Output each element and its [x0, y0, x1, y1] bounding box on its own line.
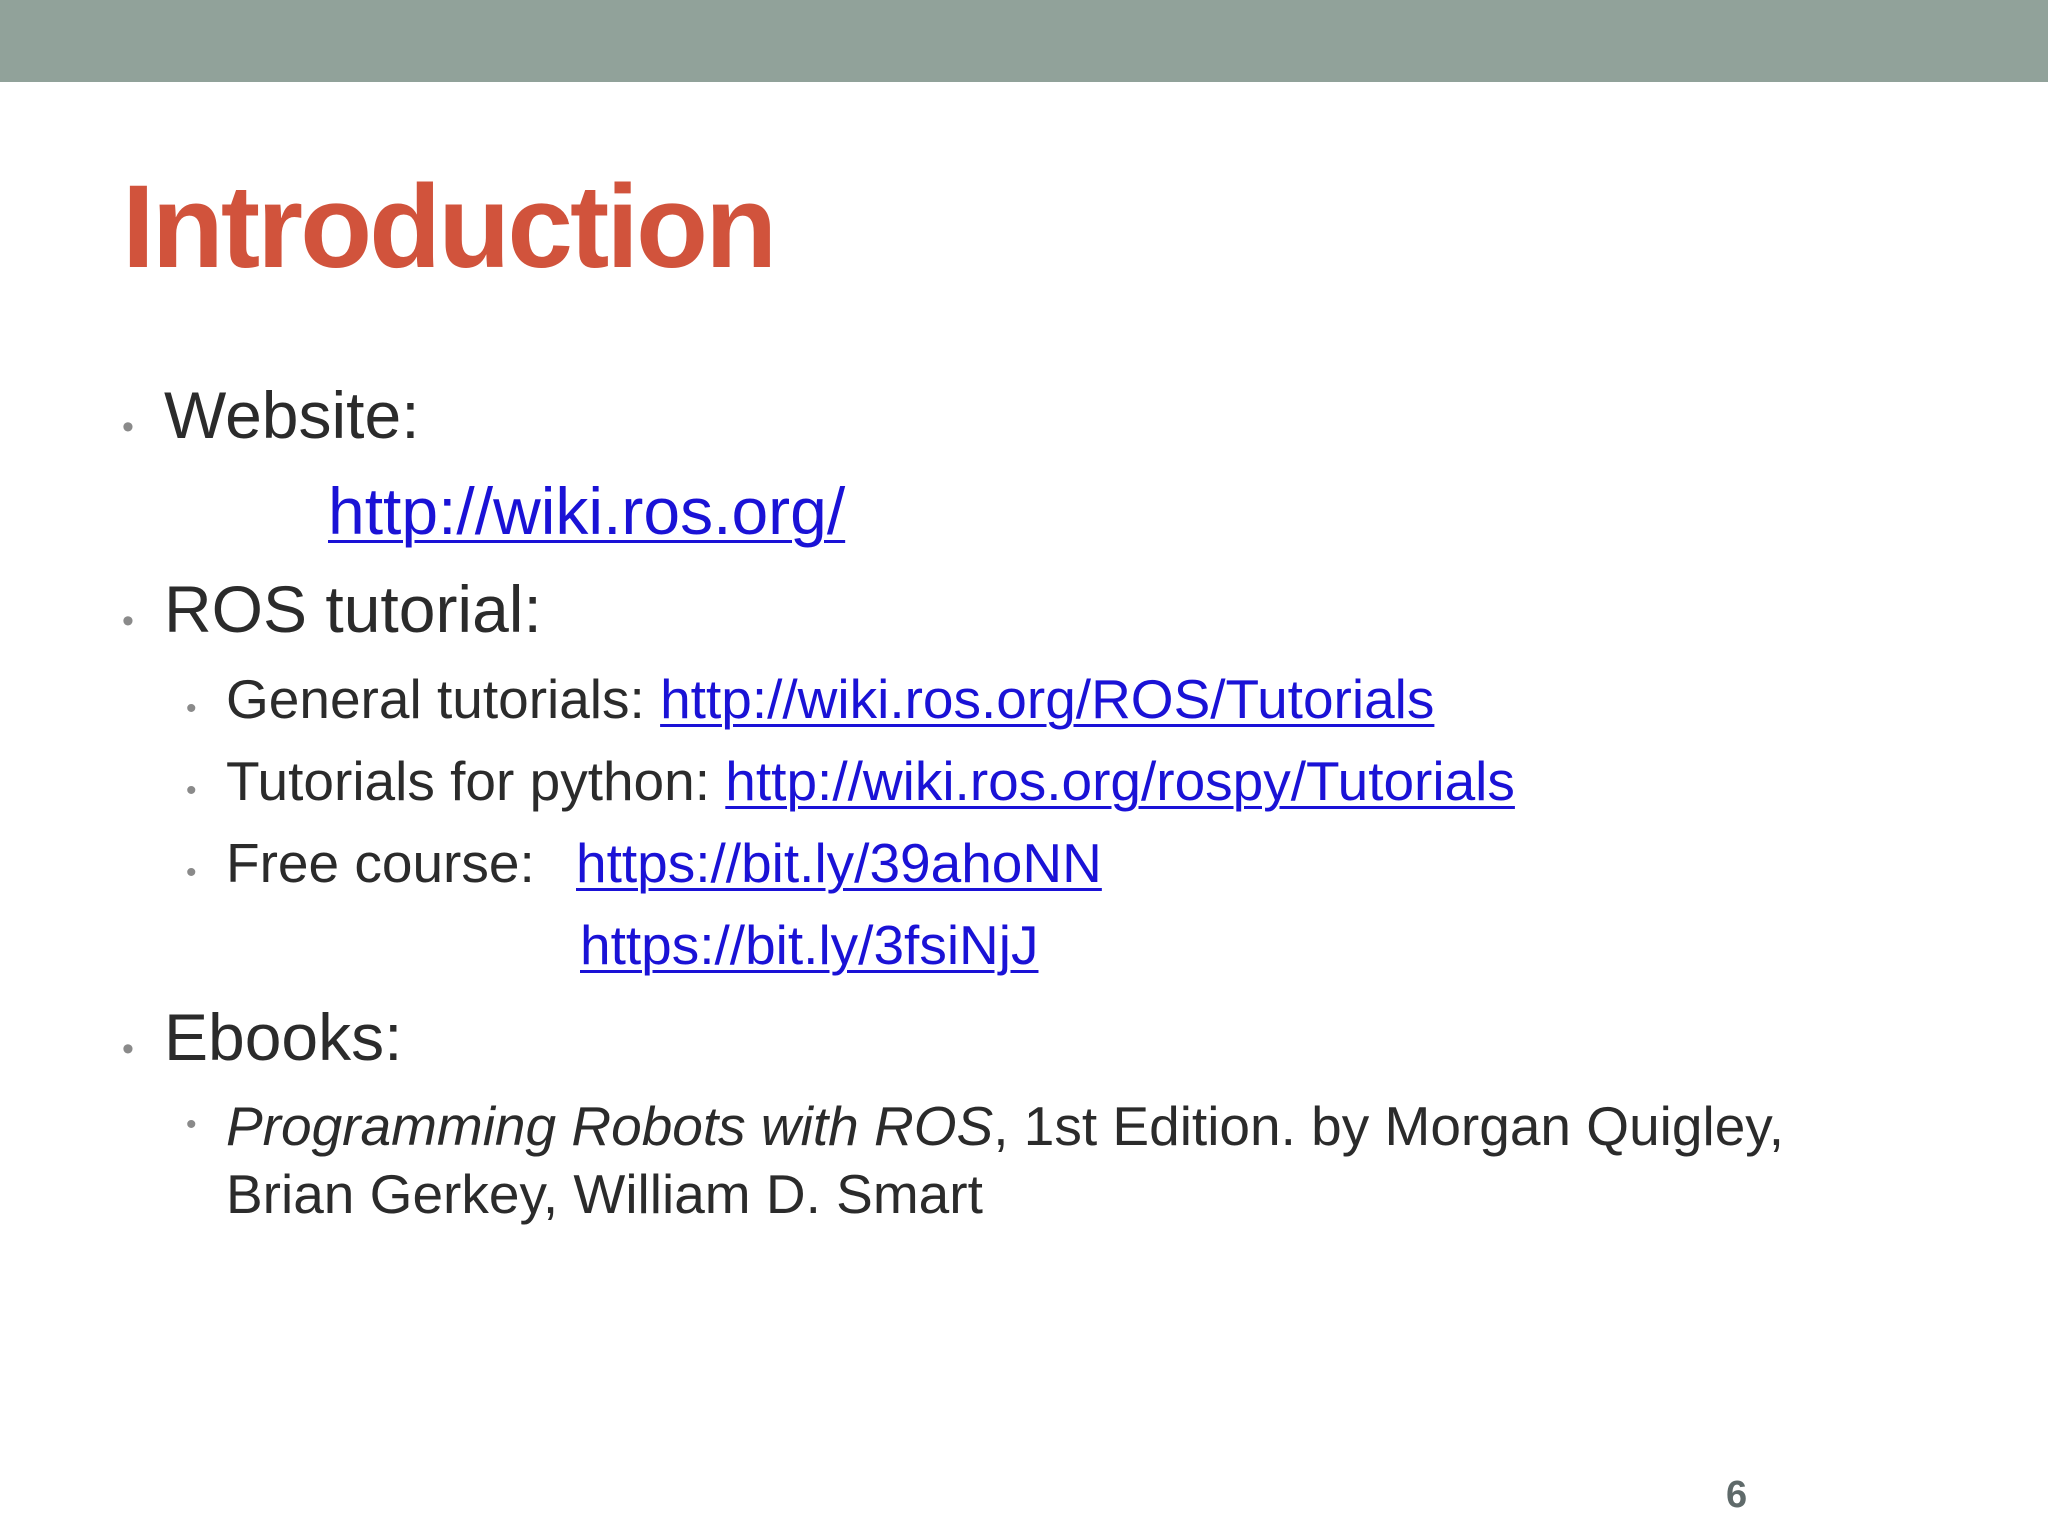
bullet-dot-icon: • — [186, 692, 197, 725]
ebook-entry: Programming Robots with ROS, 1st Edition… — [226, 1092, 1906, 1228]
bullet-website-label: Website: — [164, 378, 420, 452]
bullet-dot-icon: • — [186, 774, 197, 807]
general-tutorials-label: General tutorials: — [226, 668, 661, 730]
sub-bullet-general-tutorials: • General tutorials: http://wiki.ros.org… — [0, 672, 1434, 727]
website-link[interactable]: http://wiki.ros.org/ — [328, 474, 845, 548]
free-course-label: Free course: — [226, 832, 566, 894]
free-course-link-1[interactable]: https://bit.ly/39ahoNN — [576, 836, 1102, 891]
python-tutorials-label: Tutorials for python: — [226, 750, 726, 812]
bullet-dot-icon: • — [186, 1108, 197, 1141]
bullet-ebooks-label: Ebooks: — [164, 1000, 403, 1074]
ebook-details-line1: , 1st Edition. by Morgan Quigley, — [993, 1095, 1784, 1157]
python-tutorials-link[interactable]: http://wiki.ros.org/rospy/Tutorials — [725, 754, 1515, 809]
bullet-dot-icon: • — [122, 1030, 134, 1068]
sub-bullet-free-course: • Free course: https://bit.ly/39ahoNN — [0, 836, 1102, 891]
bullet-ebooks: • Ebooks: — [0, 1004, 402, 1070]
bullet-website: • Website: — [0, 382, 420, 448]
bullet-ros-tutorial: • ROS tutorial: — [0, 576, 542, 642]
free-course-link-2[interactable]: https://bit.ly/3fsiNjJ — [580, 914, 1038, 976]
ebook-title: Programming Robots with ROS — [226, 1095, 994, 1157]
general-tutorials-link[interactable]: http://wiki.ros.org/ROS/Tutorials — [660, 672, 1434, 727]
sub-bullet-python-tutorials: • Tutorials for python: http://wiki.ros.… — [0, 754, 1515, 809]
ebook-details-line2: Brian Gerkey, William D. Smart — [226, 1163, 983, 1225]
bullet-dot-icon: • — [186, 856, 197, 889]
bullet-dot-icon: • — [122, 602, 134, 640]
page-number: 6 — [1726, 1474, 1748, 1516]
top-accent-bar — [0, 0, 2048, 82]
slide-title: Introduction — [122, 161, 777, 293]
bullet-ros-tutorial-label: ROS tutorial: — [164, 572, 542, 646]
bullet-dot-icon: • — [122, 408, 134, 446]
